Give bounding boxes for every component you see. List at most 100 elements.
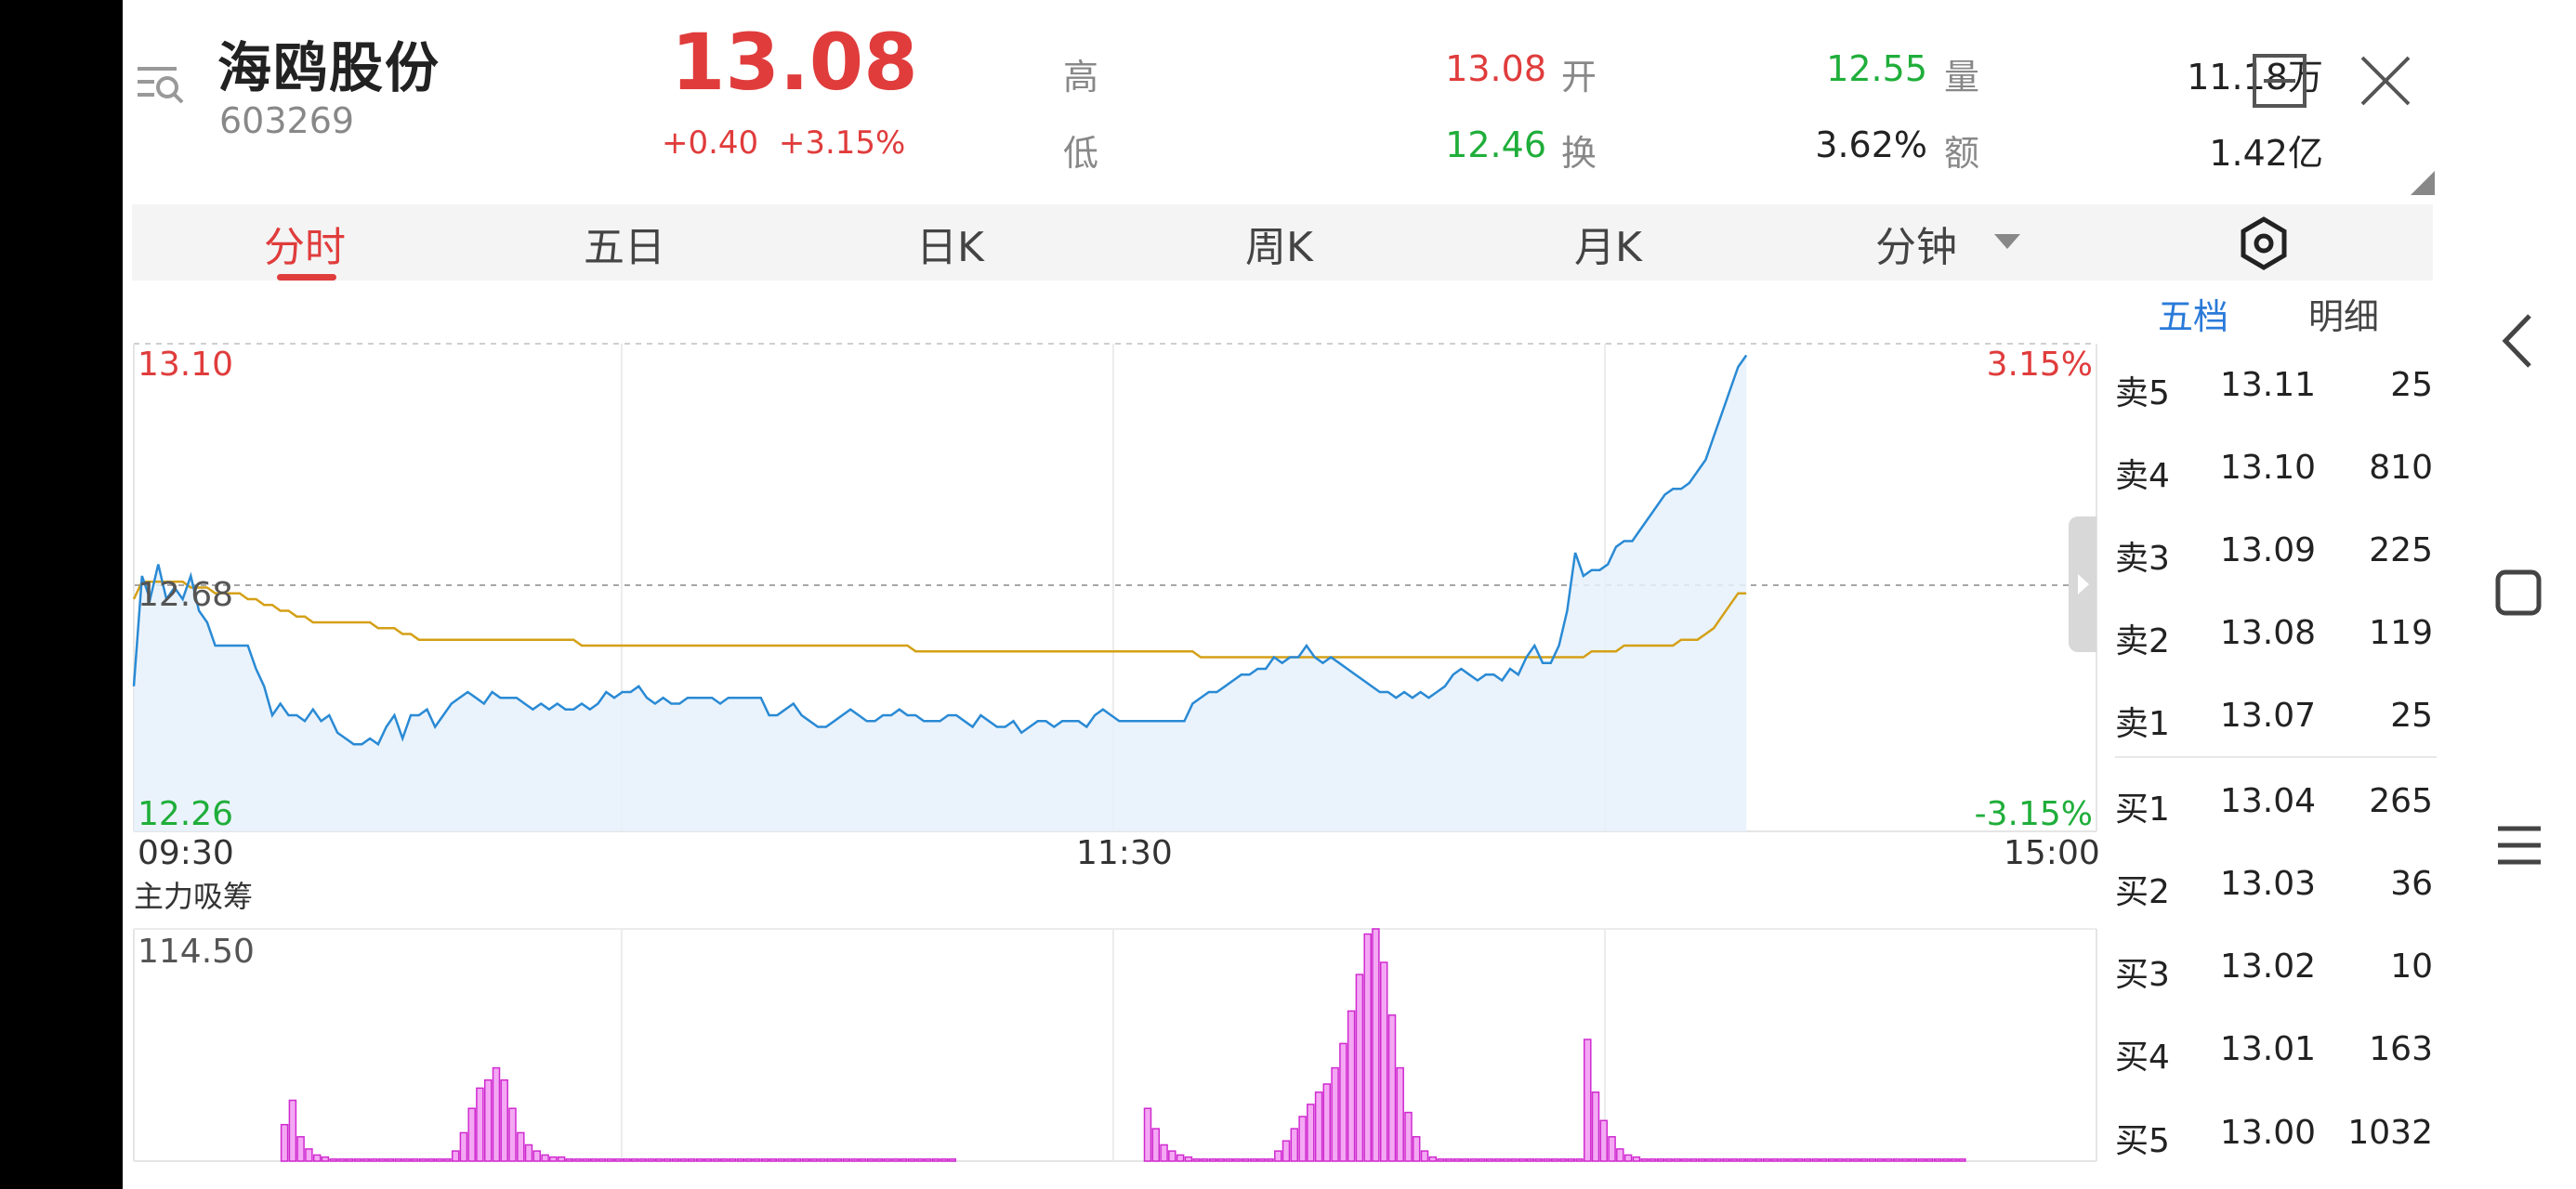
inflow-bar [647, 1158, 655, 1162]
inflow-bar [378, 1158, 387, 1162]
inflow-bar [1290, 1128, 1299, 1162]
ask-volume: 225 [2369, 531, 2433, 569]
ask-row-5: 卖5 13.11 25 [2115, 357, 2437, 412]
inflow-bar [443, 1158, 452, 1162]
inflow-bar [1779, 1158, 1787, 1162]
inflow-bar [1452, 1158, 1462, 1162]
inflow-bar [1266, 1158, 1274, 1162]
ask-price: 13.08 [2219, 614, 2316, 652]
inflow-bar [549, 1156, 558, 1162]
inflow-bar [1925, 1158, 1934, 1162]
bid-label: 买5 [2115, 1122, 2170, 1160]
avg-price-line [132, 581, 1747, 659]
inflow-bar [435, 1158, 443, 1162]
home-icon[interactable] [2492, 567, 2548, 622]
price-chart [132, 354, 1748, 831]
intraday-charts[interactable] [123, 0, 2111, 1189]
inflow-bar [532, 1150, 542, 1162]
ask-label: 卖5 [2115, 374, 2170, 412]
ask-volume: 25 [2390, 366, 2433, 404]
inflow-bar [418, 1158, 427, 1162]
ask-volume: 25 [2390, 697, 2433, 735]
ask-row-1: 卖1 13.07 25 [2115, 687, 2437, 743]
inflow-bar [826, 1158, 835, 1162]
inflow-bar [565, 1158, 574, 1162]
ask-price: 13.11 [2219, 366, 2316, 404]
inflow-bar [1168, 1150, 1176, 1162]
inflow-bar [1201, 1158, 1209, 1162]
inflow-bar [842, 1158, 851, 1162]
inflow-bar [1518, 1158, 1527, 1162]
inflow-bar [1502, 1158, 1510, 1162]
indicator-title: 主力吸筹 [134, 879, 254, 914]
inflow-bar [1803, 1158, 1812, 1162]
inflow-bar [1379, 961, 1388, 1162]
inflow-bar [760, 1158, 769, 1162]
inflow-bar [940, 1158, 949, 1162]
inflow-bar [663, 1158, 672, 1162]
recents-icon[interactable] [2492, 817, 2548, 873]
inflow-bar [1811, 1158, 1820, 1162]
pct-top-label: 3.15% [1986, 346, 2093, 384]
inflow-bar [1363, 933, 1372, 1162]
inflow-bar [654, 1158, 664, 1162]
inflow-bar [1534, 1158, 1543, 1162]
inflow-bar [1950, 1158, 1958, 1162]
inflow-bar [924, 1158, 932, 1162]
inflow-bar [899, 1158, 908, 1162]
inflow-bar [1192, 1158, 1201, 1162]
inflow-bar [280, 1123, 289, 1162]
inflow-bar [801, 1158, 810, 1162]
bid-volume: 10 [2390, 947, 2433, 986]
inflow-bar [353, 1158, 362, 1162]
inflow-bar [614, 1158, 623, 1162]
inflow-bar [1714, 1158, 1722, 1162]
inflow-bar [915, 1158, 924, 1162]
resize-corner-icon[interactable] [2411, 171, 2435, 195]
minimize-icon[interactable] [2251, 52, 2308, 110]
inflow-bar [818, 1158, 826, 1162]
bid-label: 买1 [2115, 790, 2170, 829]
inflow-bar [1445, 1158, 1453, 1162]
inflow-bar [769, 1158, 778, 1162]
ask-volume: 119 [2369, 614, 2433, 652]
inflow-bar [1437, 1158, 1445, 1162]
inflow-bar [728, 1158, 737, 1162]
inflow-bar [866, 1158, 875, 1162]
inflow-bar [1868, 1158, 1877, 1162]
inflow-bar [1567, 1158, 1575, 1162]
back-icon[interactable] [2492, 308, 2548, 373]
tab-level5[interactable]: 五档 [2158, 288, 2228, 339]
left-black-bar [0, 0, 123, 1189]
tab-detail[interactable]: 明细 [2308, 288, 2379, 339]
inflow-bar [1941, 1158, 1951, 1162]
inflow-bar [1729, 1158, 1739, 1162]
inflow-bar [500, 1078, 508, 1162]
inflow-bar [753, 1158, 761, 1162]
pct-bottom-label: -3.15% [1974, 795, 2093, 833]
ask-label: 卖1 [2115, 705, 2170, 743]
inflow-bar [1420, 1150, 1429, 1162]
inflow-bar [1656, 1158, 1665, 1162]
inflow-bar [1469, 1158, 1478, 1162]
x-label-mid: 11:30 [1076, 834, 1173, 872]
inflow-bar [1681, 1158, 1689, 1162]
inflow-bar [809, 1158, 818, 1162]
inflow-bar [1794, 1158, 1804, 1162]
inflow-bar [720, 1158, 729, 1162]
system-nav-bar [2437, 0, 2576, 1189]
inflow-bar [1249, 1158, 1258, 1162]
chart-collapse-handle[interactable] [2069, 516, 2096, 652]
close-icon[interactable] [2357, 52, 2414, 110]
inflow-bar [1331, 1066, 1339, 1162]
bid-label: 买2 [2115, 873, 2170, 911]
bid-row-2: 买2 13.03 36 [2115, 856, 2437, 911]
inflow-bar [1762, 1158, 1771, 1162]
inflow-bar [1746, 1158, 1755, 1162]
settings-icon[interactable] [2234, 214, 2293, 273]
inflow-bar [1591, 1091, 1600, 1162]
inflow-bar [1909, 1158, 1918, 1162]
ask-row-2: 卖2 13.08 119 [2115, 605, 2437, 660]
inflow-bar [411, 1158, 419, 1162]
inflow-bar [1151, 1128, 1161, 1162]
